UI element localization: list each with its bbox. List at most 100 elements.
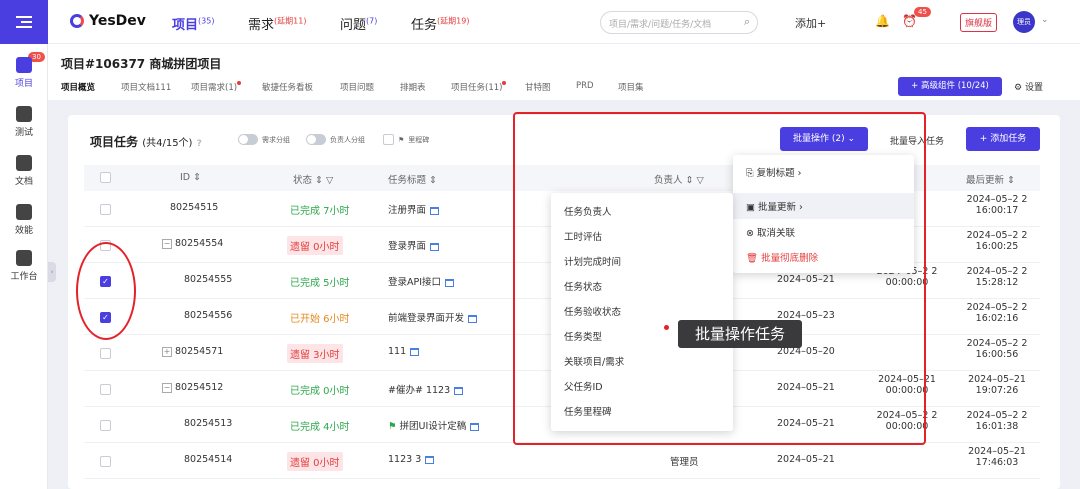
task-id[interactable]: 80254514	[184, 454, 232, 465]
topnav-task[interactable]: 任务(延期19)	[411, 14, 469, 33]
table-row[interactable]: 80254514 遗留 0小时 1123 3 管理员 2024–05–21 2024–05…	[84, 443, 1040, 479]
task-title[interactable]: 注册界面	[388, 202, 440, 216]
submenu-link[interactable]: 关联项目/需求	[564, 354, 624, 368]
submenu-parent[interactable]: 父任务ID	[564, 379, 603, 393]
col-title[interactable]: 任务标题 ⇕	[388, 172, 437, 186]
settings-button[interactable]: ⚙ 设置	[1014, 80, 1043, 93]
alarm-icon[interactable]: ⏰	[902, 14, 917, 28]
task-title[interactable]: 前端登录界面开发	[388, 310, 478, 324]
row-checkbox[interactable]	[100, 456, 111, 467]
submenu-milestone[interactable]: 任务里程碑	[564, 404, 612, 418]
bulk-operation-menu: ⎘ 复制标题 › ▣ 批量更新 › ⊗ 取消关联 🗑 批量彻底删除	[733, 155, 914, 273]
toggle-owner-group[interactable]: 负责人分组	[306, 134, 365, 145]
tab-portfolio[interactable]: 项目集	[618, 81, 644, 93]
task-id[interactable]: 80254555	[184, 274, 232, 285]
tab-docs[interactable]: 项目文档111	[121, 81, 171, 93]
expand-icon[interactable]: +	[162, 347, 172, 357]
menu-bulk-delete[interactable]: 🗑 批量彻底删除	[746, 250, 818, 264]
submenu-type[interactable]: 任务类型	[564, 329, 602, 343]
calendar-icon[interactable]	[445, 278, 455, 287]
topnav-issue[interactable]: 问题(7)	[340, 14, 377, 33]
expand-icon[interactable]: −	[162, 383, 172, 393]
search-input[interactable]: 项目/需求/问题/任务/文档	[600, 11, 758, 34]
submenu-status[interactable]: 任务状态	[564, 279, 602, 293]
logo[interactable]: YesDev	[70, 13, 146, 29]
chevron-down-icon[interactable]: ⌄	[1041, 15, 1049, 25]
calendar-icon[interactable]	[468, 314, 478, 323]
tab-agile-board[interactable]: 敏捷任务看板	[262, 81, 313, 93]
tab-requirements[interactable]: 项目需求(1)	[191, 81, 242, 93]
hamburger-icon	[16, 16, 32, 28]
task-id[interactable]: 80254515	[170, 202, 218, 213]
col-status[interactable]: 状态 ⇕ ▽	[293, 172, 333, 186]
task-title[interactable]: 1123 3	[388, 454, 435, 465]
task-owner: 管理员	[670, 457, 699, 468]
topnav-requirement[interactable]: 需求(延期11)	[248, 14, 306, 33]
calendar-icon[interactable]	[425, 455, 435, 464]
rail-item-project[interactable]: 项目	[0, 57, 48, 89]
task-title[interactable]: #催办# 1123	[388, 382, 464, 396]
calendar-icon[interactable]	[430, 206, 440, 215]
add-button[interactable]: 添加+	[795, 15, 826, 31]
task-last-update: 2024–05–2 2 16:00:17	[966, 194, 1028, 216]
rail-item-docs[interactable]: 文档	[0, 155, 48, 187]
row-checkbox[interactable]	[100, 204, 111, 215]
task-id[interactable]: −80254512	[162, 382, 223, 393]
submenu-owner[interactable]: 任务负责人	[564, 204, 612, 218]
edition-badge[interactable]: 旗舰版	[960, 13, 998, 32]
menu-toggle-button[interactable]	[0, 0, 48, 44]
tab-schedule[interactable]: 排期表	[400, 81, 426, 93]
submenu-estimate[interactable]: 工时评估	[564, 229, 602, 243]
task-id[interactable]: 80254556	[184, 310, 232, 321]
tab-prd[interactable]: PRD	[576, 81, 594, 91]
calendar-icon[interactable]	[430, 242, 440, 251]
row-checkbox[interactable]	[100, 384, 111, 395]
tab-issues[interactable]: 项目问题	[340, 81, 374, 93]
calendar-icon[interactable]	[410, 347, 420, 356]
task-last-update: 2024–05–2 2 16:00:25	[966, 230, 1028, 252]
menu-bulk-update[interactable]: ▣ 批量更新 ›	[733, 193, 914, 219]
rail-item-workbench[interactable]: 工作台	[0, 250, 48, 282]
logo-icon	[70, 14, 84, 28]
task-id[interactable]: −80254554	[162, 238, 223, 249]
row-checkbox[interactable]	[100, 420, 111, 431]
status-badge: 遗留 0小时	[287, 452, 343, 471]
row-checkbox[interactable]	[100, 348, 111, 359]
topnav-project[interactable]: 项目(35)	[172, 14, 214, 33]
add-task-button[interactable]: + 添加任务	[966, 127, 1040, 151]
search-icon[interactable]: ⌕	[744, 15, 750, 29]
tab-gantt[interactable]: 甘特图	[525, 81, 551, 93]
task-title[interactable]: ⚑ 拼团UI设计定稿	[388, 418, 480, 432]
status-badge: 遗留 3小时	[287, 344, 343, 363]
tab-overview[interactable]: 项目概览	[61, 81, 95, 93]
select-all-checkbox[interactable]	[100, 172, 111, 183]
avatar[interactable]: 理员	[1013, 11, 1035, 33]
task-title[interactable]: 登录API接口	[388, 274, 455, 288]
task-id[interactable]: +80254571	[162, 346, 223, 357]
milestone-checkbox[interactable]: ⚑ 里程碑	[383, 134, 429, 145]
submenu-acceptance[interactable]: 任务验收状态	[564, 304, 621, 318]
status-badge: 已完成 0小时	[290, 386, 350, 397]
col-id[interactable]: ID ⇕	[180, 172, 201, 183]
rail-item-test[interactable]: 测试	[0, 106, 48, 138]
advanced-components-button[interactable]: + 高级组件 (10/24)	[898, 77, 1002, 96]
menu-copy-title[interactable]: ⎘ 复制标题 ›	[746, 165, 801, 179]
col-last-update[interactable]: 最后更新 ⇕	[966, 172, 1015, 186]
calendar-icon[interactable]	[470, 422, 480, 431]
rail-collapse-handle[interactable]: ›	[48, 262, 56, 282]
menu-unlink[interactable]: ⊗ 取消关联	[746, 225, 795, 239]
tab-tasks[interactable]: 项目任务(11)	[451, 81, 507, 93]
submenu-plan-date[interactable]: 计划完成时间	[564, 254, 621, 268]
calendar-icon[interactable]	[454, 386, 464, 395]
flag-icon: ⚑	[398, 135, 405, 144]
expand-icon[interactable]: −	[162, 239, 172, 249]
task-id[interactable]: 80254513	[184, 418, 232, 429]
task-title[interactable]: 登录界面	[388, 238, 440, 252]
task-title[interactable]: 111	[388, 346, 420, 357]
rail-item-efficiency[interactable]: 效能	[0, 204, 48, 236]
bell-icon[interactable]: 🔔	[875, 14, 890, 28]
cube-icon	[16, 57, 32, 73]
status-badge: 已完成 4小时	[290, 422, 350, 433]
task-last-update: 2024–05–2 2 15:28:12	[966, 266, 1028, 288]
toggle-req-group[interactable]: 需求分组	[238, 134, 290, 145]
